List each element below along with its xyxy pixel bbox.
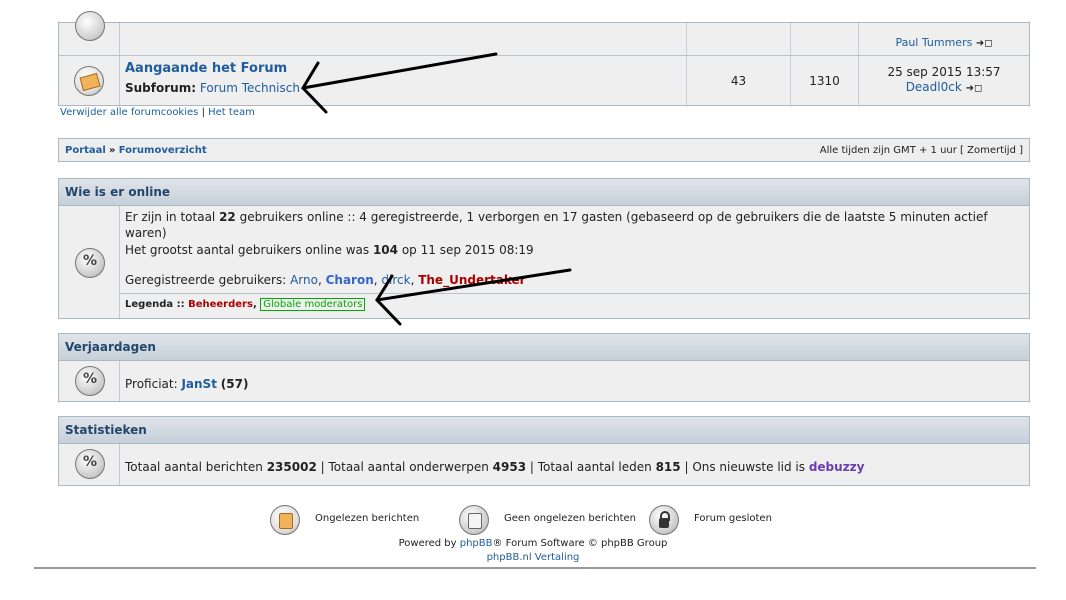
annotation-arrows	[301, 52, 572, 326]
arrow-1-shaft	[301, 52, 498, 90]
arrow-2-shaft	[375, 268, 572, 302]
